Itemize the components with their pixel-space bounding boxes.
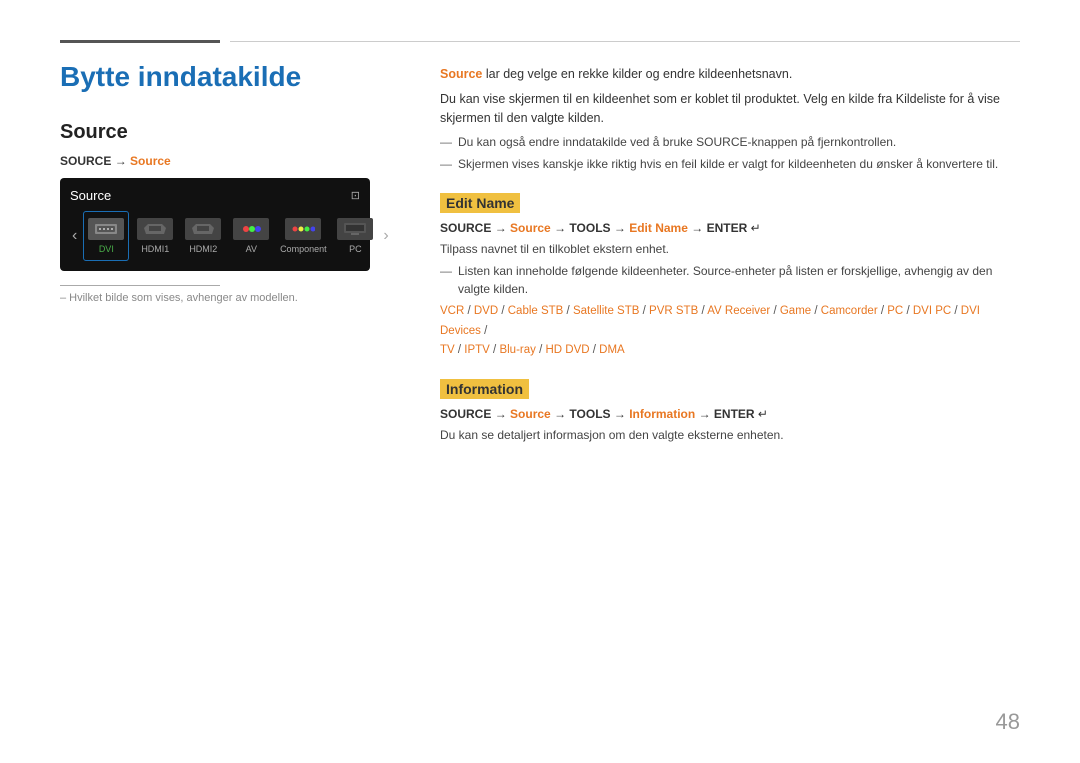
source-item-hdmi1[interactable]: HDMI1	[133, 212, 177, 260]
info-arrow3: →	[614, 407, 626, 421]
pc-icon	[337, 218, 373, 240]
en-link2: Edit Name	[629, 221, 688, 235]
en-link1: Source	[510, 221, 551, 235]
src-cable-stb: Cable STB	[508, 305, 564, 317]
en-cmd-source: SOURCE	[440, 221, 491, 235]
intro-source-label: Source	[440, 67, 482, 81]
src-pvr-stb: PVR STB	[649, 305, 698, 317]
src-tv: TV	[440, 344, 455, 356]
src-hd-dvd: HD DVD	[545, 344, 589, 356]
note-1-text: Du kan også endre inndatakilde ved å bru…	[458, 133, 896, 151]
source-ui-title: Source	[70, 188, 111, 203]
src-iptv: IPTV	[464, 344, 490, 356]
src-pc: PC	[887, 305, 903, 317]
src-dvd: DVD	[474, 305, 498, 317]
source-ui-header: Source ⊡	[70, 188, 360, 203]
breadcrumb-arrow: →	[115, 154, 127, 168]
info-desc: Du kan se detaljert informasjon om den v…	[440, 426, 1020, 444]
footnote-text: – Hvilket bilde som vises, avhenger av m…	[60, 292, 400, 304]
en-arrow1: →	[495, 221, 507, 235]
info-arrow4: →	[699, 407, 711, 421]
info-link2: Information	[629, 407, 695, 421]
edit-name-heading: Edit Name	[440, 193, 520, 213]
sources-list: VCR / DVD / Cable STB / Satellite STB / …	[440, 302, 1020, 361]
page-number: 48	[996, 709, 1020, 735]
edit-name-desc: Tilpass navnet til en tilkoblet ekstern …	[440, 240, 1020, 258]
en-arrow2: →	[554, 221, 566, 235]
source-item-dvi[interactable]: DVI	[83, 211, 129, 261]
src-satellite-stb: Satellite STB	[573, 305, 639, 317]
info-enter-symbol: ↵	[758, 407, 768, 421]
av-label: AV	[246, 244, 257, 254]
pc-label: PC	[349, 244, 362, 254]
en-enter-symbol: ↵	[751, 221, 761, 235]
left-arrow-icon[interactable]: ‹	[70, 227, 79, 245]
source-ui-items: ‹ DVI	[70, 211, 360, 261]
top-line-light	[230, 41, 1020, 42]
hdmi2-icon	[185, 218, 221, 240]
src-av-receiver: AV Receiver	[707, 305, 770, 317]
hdmi2-label: HDMI2	[189, 244, 217, 254]
component-icon	[285, 218, 321, 240]
section-title: Source	[60, 121, 400, 144]
breadcrumb-static: SOURCE	[60, 154, 111, 168]
src-dvi-pc: DVI PC	[913, 305, 951, 317]
src-vcr: VCR	[440, 305, 464, 317]
hdmi1-label: HDMI1	[141, 244, 169, 254]
intro-text-1-content: lar deg velge en rekke kilder og endre k…	[482, 67, 792, 81]
en-note-dash: ―	[440, 262, 452, 280]
edit-name-command: SOURCE → Source → TOOLS → Edit Name → EN…	[440, 221, 1020, 235]
src-game: Game	[780, 305, 811, 317]
hdmi1-icon	[137, 218, 173, 240]
av-icon	[233, 218, 269, 240]
source-ui-icon: ⊡	[351, 189, 360, 202]
content-area: Bytte inndatakilde Source SOURCE → Sourc…	[60, 61, 1020, 723]
en-arrow3: →	[614, 221, 626, 235]
top-line-dark	[60, 40, 220, 43]
src-bluray: Blu-ray	[499, 344, 535, 356]
src-camcorder: Camcorder	[821, 305, 878, 317]
left-column: Bytte inndatakilde Source SOURCE → Sourc…	[60, 61, 400, 723]
dvi-label: DVI	[99, 244, 114, 254]
info-tools: TOOLS	[569, 407, 610, 421]
note-2-text: Skjermen vises kanskje ikke riktig hvis …	[458, 155, 998, 173]
en-tools: TOOLS	[569, 221, 610, 235]
edit-name-note: ― Listen kan inneholde følgende kildeenh…	[440, 262, 1020, 298]
top-lines	[60, 40, 1020, 43]
breadcrumb: SOURCE → Source	[60, 154, 400, 168]
source-ui-mockup: Source ⊡ ‹	[60, 178, 370, 271]
src-dma: DMA	[599, 344, 625, 356]
component-label: Component	[280, 244, 327, 254]
info-enter: ENTER	[714, 407, 755, 421]
info-link1: Source	[510, 407, 551, 421]
en-note-text: Listen kan inneholde følgende kildeenhet…	[458, 262, 1020, 298]
page-title: Bytte inndatakilde	[60, 61, 400, 93]
intro-text-2: Du kan vise skjermen til en kildeenhet s…	[440, 90, 1020, 128]
note-1-dash: ―	[440, 133, 452, 151]
note-2-dash: ―	[440, 155, 452, 173]
en-note-static: Listen kan inneholde følgende kildeenhet…	[458, 264, 690, 278]
source-item-pc[interactable]: PC	[333, 212, 377, 260]
en-arrow4: →	[691, 221, 703, 235]
en-enter: ENTER	[707, 221, 748, 235]
dvi-icon	[88, 218, 124, 240]
info-command: SOURCE → Source → TOOLS → Information → …	[440, 407, 1020, 421]
info-arrow1: →	[495, 407, 507, 421]
source-item-av[interactable]: AV	[229, 212, 273, 260]
footnote-line	[60, 285, 220, 286]
source-item-component[interactable]: Component	[277, 212, 329, 260]
note-2: ― Skjermen vises kanskje ikke riktig hvi…	[440, 155, 1020, 173]
page-container: Bytte inndatakilde Source SOURCE → Sourc…	[0, 0, 1080, 763]
info-arrow2: →	[554, 407, 566, 421]
en-note-source: Source	[693, 264, 731, 278]
intro-text-1: Source lar deg velge en rekke kilder og …	[440, 65, 1020, 84]
breadcrumb-link: Source	[130, 154, 171, 168]
info-cmd-source: SOURCE	[440, 407, 491, 421]
source-item-hdmi2[interactable]: HDMI2	[181, 212, 225, 260]
note-1: ― Du kan også endre inndatakilde ved å b…	[440, 133, 1020, 151]
right-arrow-icon[interactable]: ›	[381, 227, 390, 245]
information-heading: Information	[440, 379, 529, 399]
right-column: Source lar deg velge en rekke kilder og …	[440, 61, 1020, 723]
